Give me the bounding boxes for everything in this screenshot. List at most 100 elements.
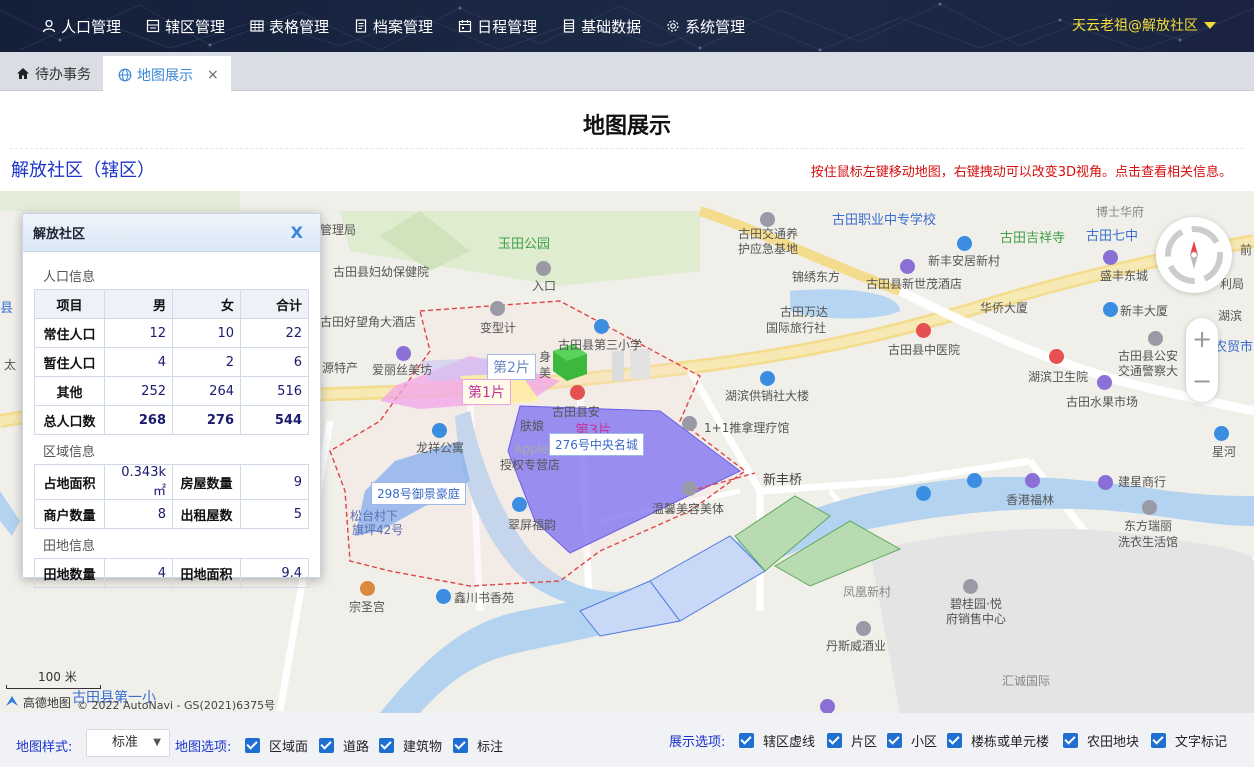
table-row: 其他 252 264 516 (34, 376, 309, 406)
map-style-value: 标准 (112, 735, 139, 750)
map-label: 香港福林 (1006, 493, 1055, 507)
info-panel-title: 解放社区 (33, 227, 86, 242)
map-label: 县 (0, 301, 14, 316)
map-label: 湖滨 (1218, 309, 1243, 323)
menu-archive[interactable]: 档案管理 (348, 16, 433, 37)
checkbox-district-dashed[interactable]: 辖区虚线 (739, 731, 815, 750)
row-label: 商户数量 (34, 499, 105, 529)
checkbox-buildings[interactable]: 建筑物 (379, 736, 442, 755)
database-icon (562, 19, 576, 33)
map-style-select[interactable]: 标准 ▼ (86, 729, 170, 757)
cell: 2 (172, 347, 241, 377)
cell: 6 (240, 347, 309, 377)
zoom-in-button[interactable]: + (1186, 318, 1218, 360)
menu-system[interactable]: 系统管理 (660, 16, 745, 37)
menu-label: 辖区管理 (165, 17, 226, 36)
poi-icon (900, 259, 915, 274)
row-label: 田地数量 (34, 558, 105, 588)
checkbox-building-unit[interactable]: 楼栋或单元楼 (947, 731, 1049, 750)
area-tag-pian1[interactable]: 第1片 (462, 379, 511, 405)
user-icon (42, 19, 56, 33)
checkbox-label: 辖区虚线 (763, 735, 816, 750)
table-row: 常住人口 12 10 22 (34, 318, 309, 348)
zoom-out-button[interactable]: − (1186, 360, 1218, 402)
menu-population[interactable]: 人口管理 (36, 16, 121, 37)
menu-label: 系统管理 (685, 17, 746, 36)
table-header-row: 项目 男 女 合计 (34, 289, 309, 319)
map-label: 交通警察大 (1118, 364, 1179, 378)
map-label: 爱丽丝美坊 (372, 363, 433, 377)
poi-icon (1097, 375, 1112, 390)
checkbox-checked-icon (1151, 733, 1166, 748)
checkbox-community[interactable]: 小区 (887, 731, 937, 750)
map-canvas[interactable]: 玉田公园 古田县妇幼保健院 古田好望角大酒店 入口 变型计 古田县第三小学 爱丽… (0, 191, 1254, 713)
community-tag-298[interactable]: 298号御景豪庭 (371, 482, 466, 505)
poi-icon (967, 473, 982, 488)
menu-base-data[interactable]: 基础数据 (556, 16, 641, 37)
map-label: 国际旅行社 (766, 321, 827, 335)
close-icon[interactable]: X (291, 223, 303, 242)
tab-map[interactable]: 地图展示 × (103, 56, 231, 91)
tab-todo[interactable]: 待办事务 (0, 56, 102, 91)
map-label: 美 (539, 366, 552, 380)
cell: 8 (104, 499, 173, 529)
map-label: 鑫川书香苑 (454, 591, 515, 605)
map-label: 1+1推拿理疗馆 (704, 421, 790, 435)
col-header: 女 (172, 289, 241, 319)
field-table: 田地数量 4 田地面积 9.4 (34, 558, 309, 588)
gear-icon (666, 19, 680, 33)
map-label: 前 (1240, 243, 1253, 257)
map-compass[interactable] (1156, 217, 1232, 293)
map-label: 玉田公园 (498, 237, 551, 252)
checkbox-farmland[interactable]: 农田地块 (1063, 731, 1139, 750)
home-icon (17, 68, 29, 79)
map-label: 盛丰东城 (1100, 269, 1149, 283)
checkbox-label: 标注 (477, 740, 504, 755)
checkbox-checked-icon (947, 733, 962, 748)
globe-icon (118, 68, 132, 81)
checkbox-label: 楼栋或单元楼 (971, 735, 1050, 750)
map-label: 湖滨卫生院 (1028, 370, 1089, 384)
map-label: 古田县第三小学 (558, 338, 643, 352)
poi-icon (1103, 250, 1118, 265)
checkbox-labels[interactable]: 标注 (453, 736, 503, 755)
menu-district[interactable]: 辖区管理 (140, 16, 225, 37)
info-panel-header: 解放社区 X (23, 214, 320, 252)
menu-table[interactable]: 表格管理 (244, 16, 329, 37)
checkbox-checked-icon (319, 738, 334, 753)
checkbox-piece[interactable]: 片区 (827, 731, 877, 750)
map-label: 管理局 (320, 223, 357, 237)
checkbox-roads[interactable]: 道路 (319, 736, 369, 755)
cell: 516 (240, 376, 309, 406)
checkbox-area-surface[interactable]: 区域面 (245, 736, 308, 755)
checkbox-checked-icon (887, 733, 902, 748)
map-scale-label: 100 米 (38, 670, 77, 684)
poi-icon (1148, 331, 1163, 346)
table-row: 占地面积 0.343k㎡ 房屋数量 9 (34, 464, 309, 500)
col-header: 项目 (34, 289, 105, 319)
user-menu[interactable]: 天云老祖@解放社区 (1072, 15, 1216, 35)
poi-icon (432, 423, 447, 438)
cell: 264 (172, 376, 241, 406)
tab-label: 地图展示 (137, 67, 193, 84)
map-label: 锦绣东方 (792, 270, 841, 284)
map-label: 古田县新世茂酒店 (866, 277, 963, 291)
area-tag-pian2[interactable]: 第2片 (487, 354, 536, 380)
cell: 10 (172, 318, 241, 348)
checkbox-label: 片区 (851, 735, 878, 750)
map-label: 古田万达 (780, 305, 829, 319)
row-label: 出租屋数 (172, 499, 241, 529)
menu-schedule[interactable]: 日程管理 (452, 16, 537, 37)
checkbox-label: 建筑物 (403, 740, 443, 755)
map-label: 建星商行 (1118, 475, 1167, 489)
map-label: 古田吉祥寺 (1000, 231, 1066, 246)
checkbox-label: 农田地块 (1087, 735, 1140, 750)
map-label: 温馨美容美体 (652, 502, 725, 516)
col-header: 男 (104, 289, 173, 319)
cell: 544 (240, 405, 309, 435)
community-tag-276[interactable]: 276号中央名城 (549, 433, 644, 456)
calendar-icon (458, 19, 472, 33)
checkbox-text-markers[interactable]: 文字标记 (1151, 731, 1227, 750)
close-icon[interactable]: × (207, 67, 219, 83)
checkbox-checked-icon (379, 738, 394, 753)
